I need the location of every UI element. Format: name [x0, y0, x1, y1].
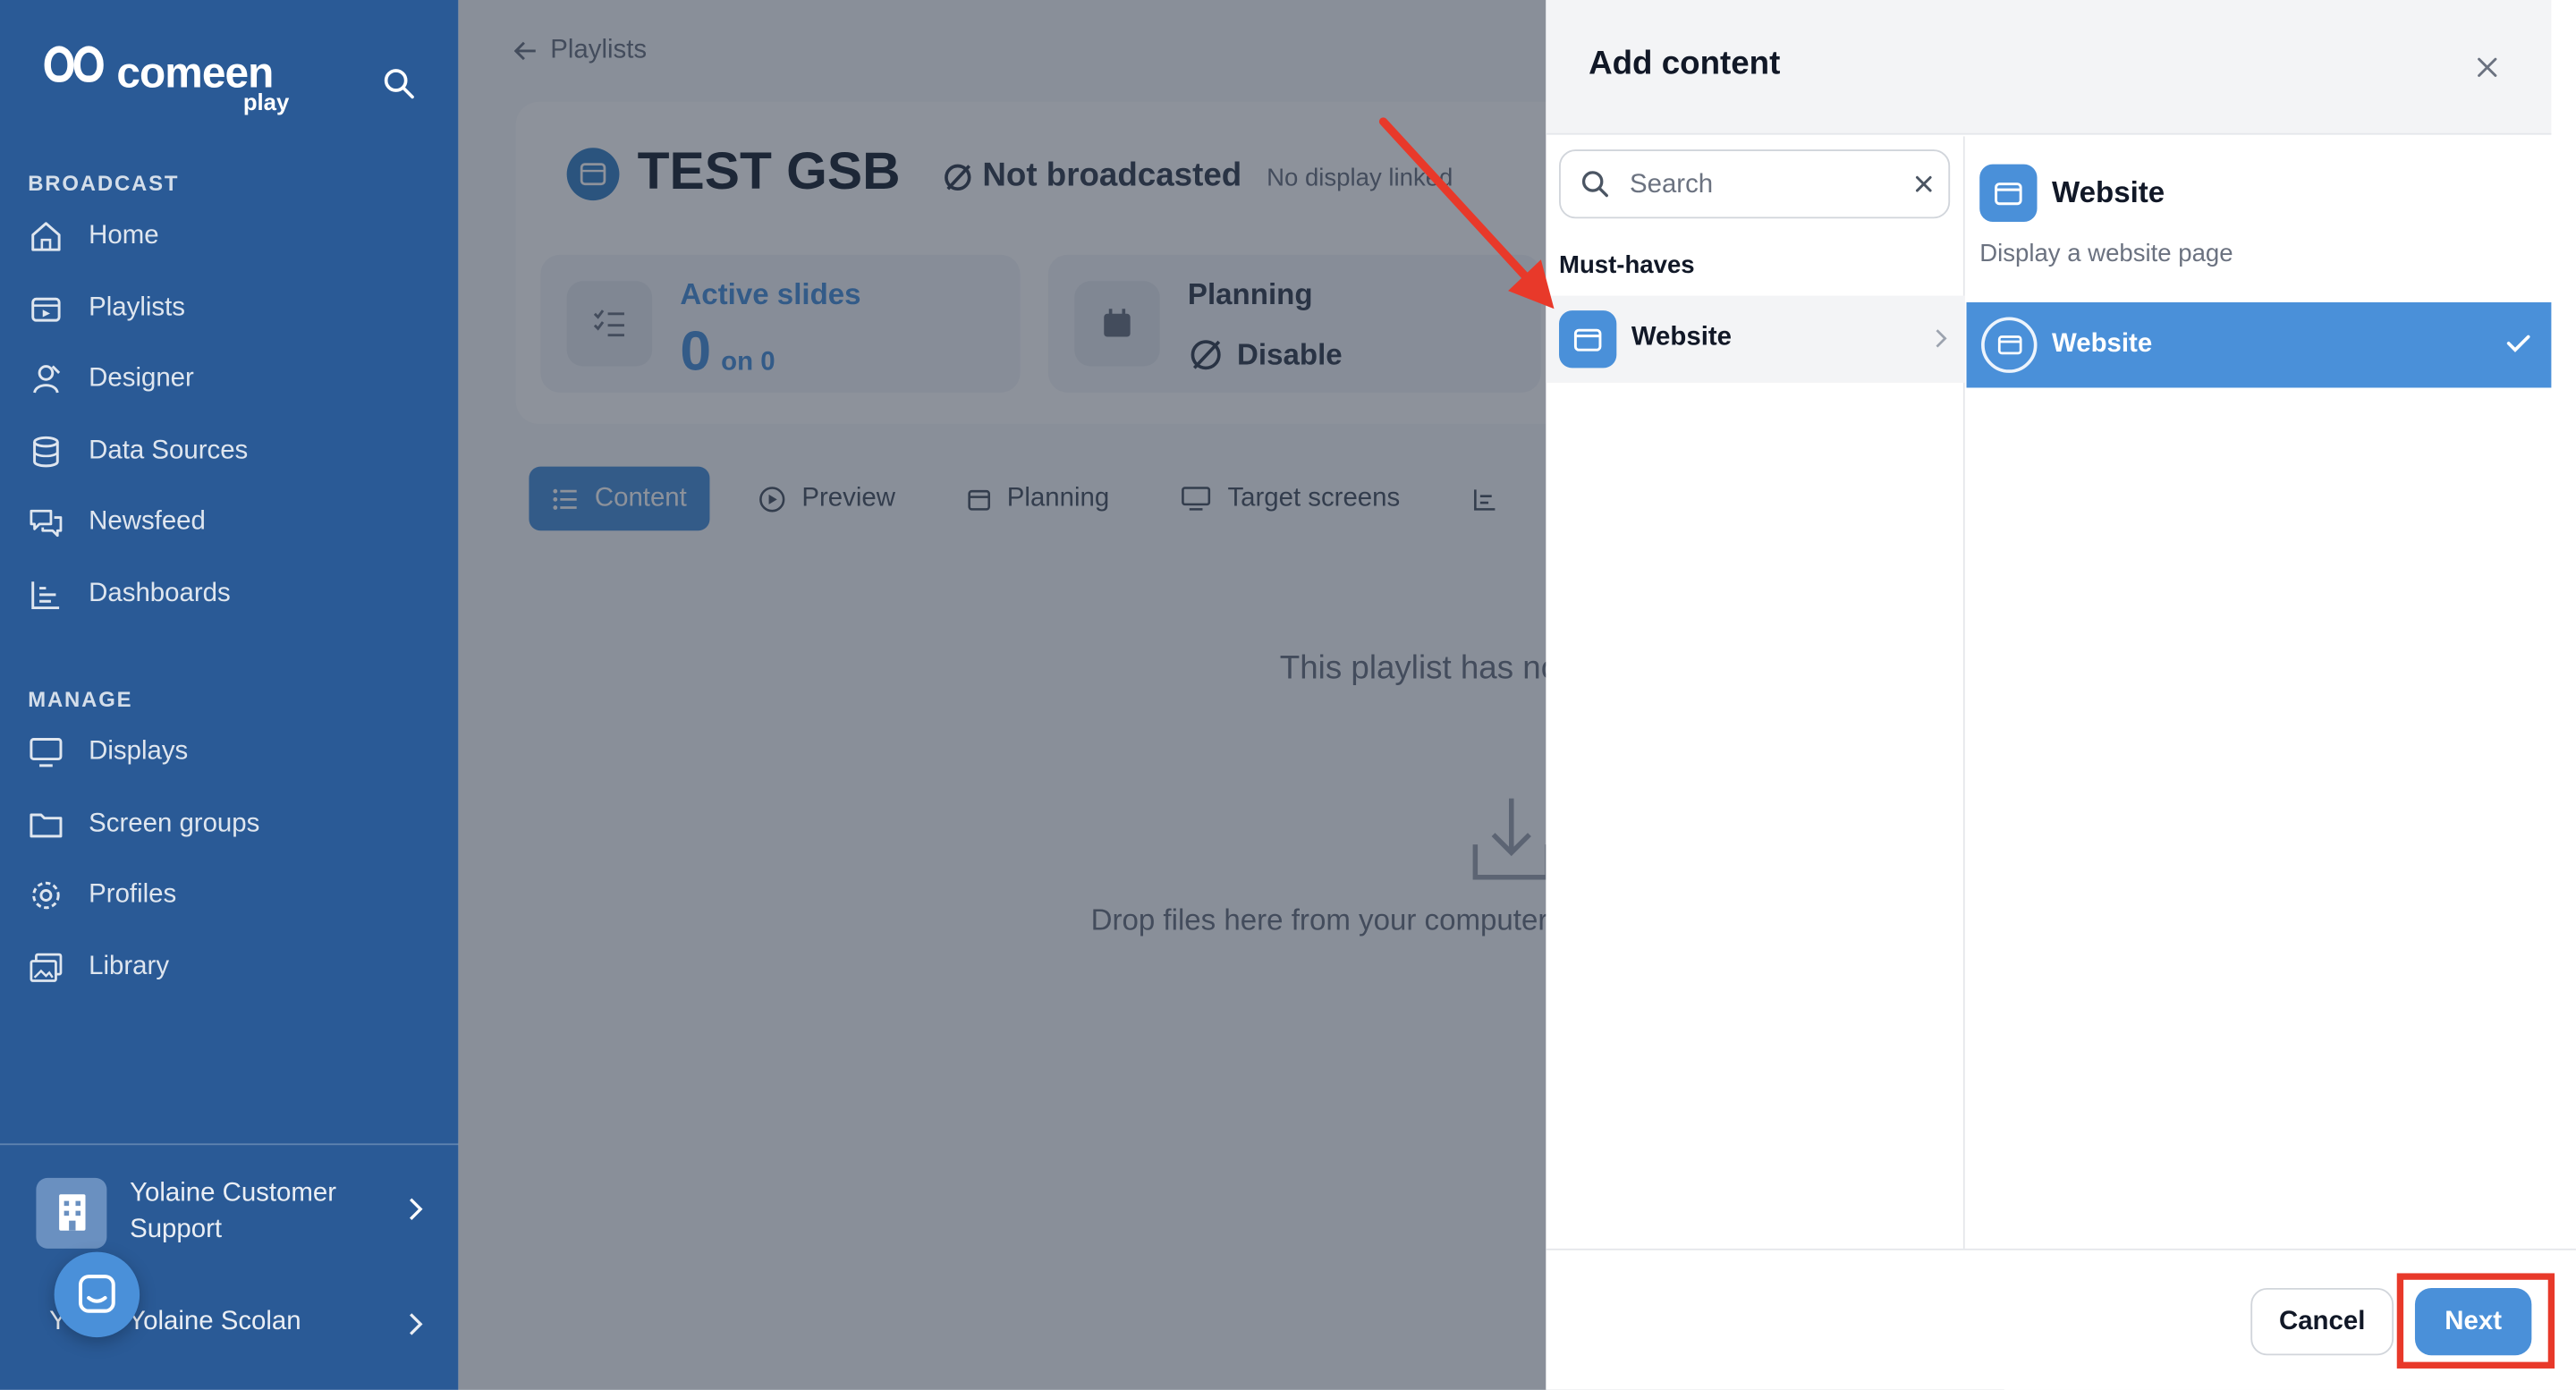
detail-description: Display a website page	[1979, 240, 2233, 268]
search-icon	[1581, 171, 1608, 198]
sidebar-divider	[0, 1143, 459, 1146]
chart-icon	[31, 581, 60, 610]
broadcast-section-label: BROADCAST	[28, 171, 180, 196]
next-button[interactable]: Next	[2414, 1287, 2532, 1356]
support-chat-button[interactable]	[54, 1251, 140, 1338]
logo-mark-icon	[44, 43, 117, 108]
sidebar-item-label: Library	[89, 953, 170, 981]
panel-header: Add content	[1546, 0, 2552, 135]
comeen-logo[interactable]: comeen	[44, 43, 274, 108]
clear-search-icon[interactable]	[1912, 173, 1936, 196]
gear-icon	[32, 881, 60, 910]
sidebar-item-home[interactable]: Home	[28, 216, 159, 259]
sidebar-item-library[interactable]: Library	[28, 946, 169, 989]
browser-window-icon	[1981, 317, 2038, 373]
chevron-right-icon	[1936, 329, 1947, 348]
sidebar-item-playlists[interactable]: Playlists	[28, 287, 185, 330]
sidebar: comeen play BROADCAST Home Playlists Des…	[0, 0, 459, 1390]
designer-icon	[33, 365, 61, 394]
panel-title: Add content	[1589, 46, 1781, 82]
checkmark-icon	[2506, 335, 2530, 352]
browser-window-icon	[1559, 310, 1617, 369]
monitor-icon	[30, 738, 63, 767]
website-option-selected[interactable]: Website	[1966, 301, 2552, 388]
sidebar-item-designer[interactable]: Designer	[28, 358, 194, 401]
sidebar-item-label: Data Sources	[89, 436, 249, 465]
chevron-right-icon	[410, 1313, 423, 1335]
browser-window-icon	[1979, 164, 2038, 222]
sidebar-item-label: Dashboards	[89, 580, 231, 608]
option-label: Website	[2052, 330, 2153, 359]
sidebar-item-displays[interactable]: Displays	[28, 731, 188, 774]
sidebar-item-data-sources[interactable]: Data Sources	[28, 430, 248, 473]
images-icon	[30, 953, 63, 982]
must-haves-group-label: Must-haves	[1559, 251, 1695, 280]
sidebar-item-label: Profiles	[89, 880, 177, 909]
chevron-right-icon	[410, 1198, 423, 1221]
playlists-icon	[31, 297, 61, 322]
category-website[interactable]: Website	[1546, 295, 1965, 383]
content-detail-column: Website Display a website page Website	[1966, 136, 2552, 1248]
category-label: Website	[1631, 323, 1732, 352]
cancel-button[interactable]: Cancel	[2250, 1287, 2394, 1356]
chat-icon	[30, 509, 63, 538]
search-input[interactable]	[1630, 165, 1910, 206]
sidebar-item-label: Playlists	[89, 293, 185, 322]
home-icon	[31, 222, 61, 251]
logo-sub: play	[242, 89, 290, 115]
sidebar-item-label: Screen groups	[89, 809, 260, 838]
sidebar-item-profiles[interactable]: Profiles	[28, 874, 176, 917]
sidebar-item-label: Displays	[89, 737, 189, 766]
organization-name: Yolaine Customer Support	[130, 1179, 336, 1244]
manage-section-label: MANAGE	[28, 686, 133, 712]
sidebar-item-newsfeed[interactable]: Newsfeed	[28, 501, 206, 544]
add-content-panel: Add content Must-haves Website	[1546, 0, 2576, 1390]
sidebar-item-label: Home	[89, 221, 159, 250]
organization-switcher[interactable]: Yolaine Customer Support	[36, 1176, 430, 1249]
sidebar-item-label: Designer	[89, 364, 194, 393]
panel-footer: Cancel Next	[1546, 1248, 2576, 1390]
sidebar-item-dashboards[interactable]: Dashboards	[28, 573, 231, 616]
chat-bubble-icon	[78, 1275, 115, 1313]
close-icon[interactable]	[2470, 49, 2505, 85]
content-search	[1559, 149, 1951, 219]
sidebar-item-screen-groups[interactable]: Screen groups	[28, 803, 259, 846]
building-icon	[36, 1176, 107, 1248]
sidebar-search-icon[interactable]	[383, 67, 416, 100]
user-name: Yolaine Scolan	[128, 1308, 301, 1336]
database-icon	[33, 436, 59, 468]
detail-title: Website	[2052, 175, 2165, 209]
content-categories-column: Must-haves Website	[1546, 136, 1965, 1249]
sidebar-item-label: Newsfeed	[89, 507, 206, 536]
folder-icon	[30, 813, 63, 838]
